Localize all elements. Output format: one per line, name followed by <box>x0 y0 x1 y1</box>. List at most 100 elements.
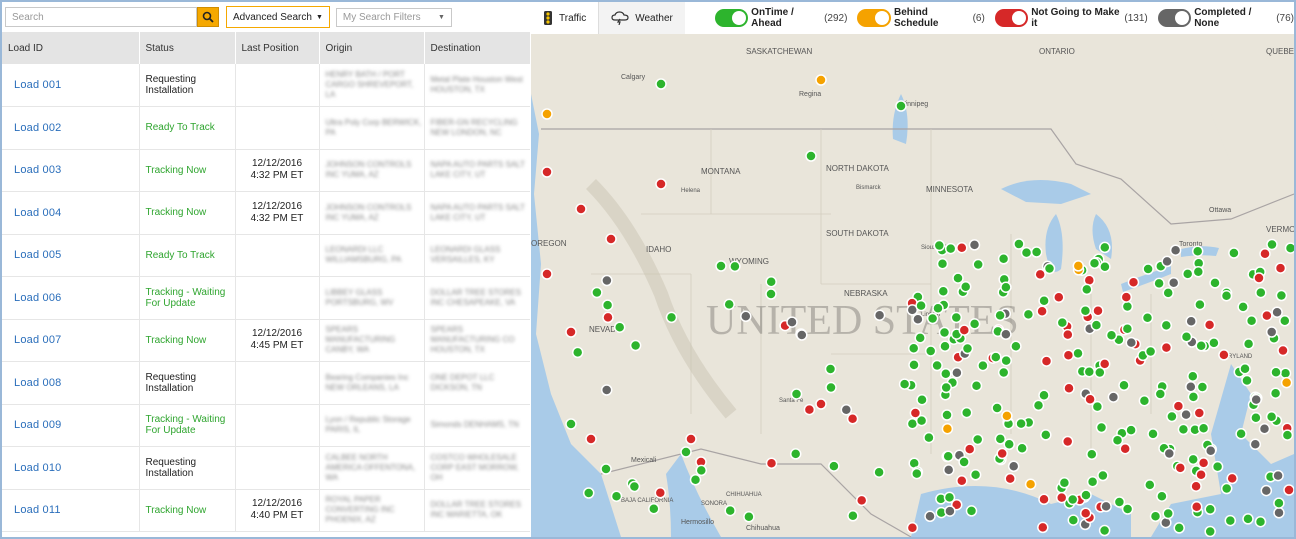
load-marker[interactable] <box>931 359 943 372</box>
load-marker[interactable] <box>1228 247 1240 259</box>
load-id-link[interactable]: Load 001 <box>2 64 140 107</box>
load-marker[interactable] <box>1022 308 1035 321</box>
load-marker[interactable] <box>648 502 660 515</box>
load-marker[interactable] <box>1142 263 1154 275</box>
legend-item[interactable]: Completed / None (76) <box>1157 7 1294 29</box>
load-marker[interactable] <box>1162 507 1174 520</box>
load-marker[interactable] <box>971 433 984 446</box>
load-marker[interactable] <box>1000 328 1012 341</box>
load-marker[interactable] <box>1195 469 1207 481</box>
load-marker[interactable] <box>629 339 642 352</box>
load-marker[interactable] <box>1010 340 1022 353</box>
load-marker[interactable] <box>1063 382 1075 395</box>
load-marker[interactable] <box>1226 472 1238 485</box>
load-marker[interactable] <box>575 203 587 215</box>
load-marker[interactable] <box>1099 260 1111 273</box>
load-marker[interactable] <box>908 359 920 371</box>
load-marker[interactable] <box>1163 447 1176 460</box>
load-marker[interactable] <box>1191 245 1204 257</box>
table-row[interactable]: Load 001 Requesting Installation HENRY BAT… <box>2 64 530 107</box>
load-marker[interactable] <box>1279 367 1292 379</box>
load-marker[interactable] <box>1203 319 1216 331</box>
load-marker[interactable] <box>950 311 963 324</box>
load-marker[interactable] <box>1274 262 1287 274</box>
load-marker[interactable] <box>796 329 808 341</box>
legend-item[interactable]: Not Going to Make it (131) <box>994 7 1148 29</box>
load-marker[interactable] <box>944 505 956 517</box>
load-marker[interactable] <box>1195 340 1207 352</box>
table-row[interactable]: Load 007 Tracking Now 12/12/2016 4:45 PM ET… <box>2 319 530 362</box>
load-marker[interactable] <box>1169 244 1182 256</box>
us-map[interactable]: UNITED STATES SASKATCHEWANONTARIOQUEBECC… <box>531 34 1294 537</box>
load-marker[interactable] <box>1098 524 1111 537</box>
load-marker[interactable] <box>1266 238 1278 251</box>
load-marker[interactable] <box>1099 241 1111 254</box>
load-marker[interactable] <box>1038 389 1050 401</box>
table-row[interactable]: Load 003 Tracking Now 12/12/2016 4:32 PM ET… <box>2 149 530 192</box>
load-marker[interactable] <box>1004 472 1016 485</box>
load-marker[interactable] <box>1038 493 1050 506</box>
load-marker[interactable] <box>924 510 936 523</box>
load-marker[interactable] <box>942 450 954 462</box>
load-marker[interactable] <box>1127 276 1140 288</box>
table-row[interactable]: Load 010 Requesting Installation CALBEE NO… <box>2 446 530 490</box>
load-marker[interactable] <box>1121 300 1134 313</box>
load-id-link[interactable]: Load 003 <box>2 149 140 192</box>
advanced-search-button[interactable]: Advanced Search ▼ <box>226 6 330 28</box>
load-marker[interactable] <box>1058 477 1071 489</box>
load-marker[interactable] <box>968 318 981 330</box>
load-marker[interactable] <box>1209 277 1221 289</box>
load-marker[interactable] <box>565 418 577 430</box>
load-marker[interactable] <box>895 100 907 112</box>
load-marker[interactable] <box>924 345 937 357</box>
load-marker[interactable] <box>965 505 978 517</box>
load-marker[interactable] <box>961 342 974 355</box>
load-marker[interactable] <box>1105 329 1118 342</box>
load-marker[interactable] <box>541 166 553 178</box>
legend-item[interactable]: Behind Schedule (6) <box>857 7 985 29</box>
load-marker[interactable] <box>1265 326 1278 338</box>
load-marker[interactable] <box>1204 445 1217 457</box>
load-marker[interactable] <box>1066 493 1079 506</box>
load-marker[interactable] <box>855 494 868 507</box>
load-marker[interactable] <box>601 274 613 287</box>
load-marker[interactable] <box>1211 460 1224 473</box>
load-marker[interactable] <box>958 456 970 468</box>
load-marker[interactable] <box>1090 319 1103 331</box>
load-marker[interactable] <box>1250 412 1262 424</box>
load-marker[interactable] <box>1259 248 1271 260</box>
load-marker[interactable] <box>914 332 926 344</box>
load-marker[interactable] <box>873 466 885 478</box>
load-marker[interactable] <box>1043 262 1056 275</box>
load-marker[interactable] <box>1273 497 1285 509</box>
load-marker[interactable] <box>1097 469 1109 482</box>
load-marker[interactable] <box>815 398 827 410</box>
load-marker[interactable] <box>1242 513 1254 525</box>
load-marker[interactable] <box>1275 289 1288 302</box>
load-marker[interactable] <box>1037 521 1049 534</box>
load-marker[interactable] <box>1061 435 1074 448</box>
load-marker[interactable] <box>909 407 922 419</box>
load-marker[interactable] <box>1220 482 1233 495</box>
load-marker[interactable] <box>1034 268 1046 281</box>
load-marker[interactable] <box>1083 366 1096 378</box>
load-marker[interactable] <box>944 242 957 255</box>
legend-toggle[interactable] <box>857 9 891 27</box>
load-marker[interactable] <box>941 422 954 435</box>
load-marker[interactable] <box>1260 484 1273 497</box>
load-marker[interactable] <box>994 309 1006 322</box>
load-marker[interactable] <box>936 258 949 270</box>
load-id-link[interactable]: Load 007 <box>2 319 140 362</box>
legend-item[interactable]: OnTime / Ahead (292) <box>714 7 847 29</box>
load-marker[interactable] <box>956 241 968 254</box>
load-marker[interactable] <box>1269 387 1282 399</box>
load-marker[interactable] <box>1032 399 1045 412</box>
load-marker[interactable] <box>1040 355 1053 367</box>
table-row[interactable]: Load 008 Requesting Installation Bearing C… <box>2 361 530 405</box>
load-marker[interactable] <box>1013 238 1025 250</box>
load-marker[interactable] <box>1120 291 1133 303</box>
load-marker[interactable] <box>969 469 982 481</box>
load-marker[interactable] <box>790 388 803 400</box>
load-id-link[interactable]: Load 002 <box>2 106 140 150</box>
load-marker[interactable] <box>1270 366 1282 378</box>
